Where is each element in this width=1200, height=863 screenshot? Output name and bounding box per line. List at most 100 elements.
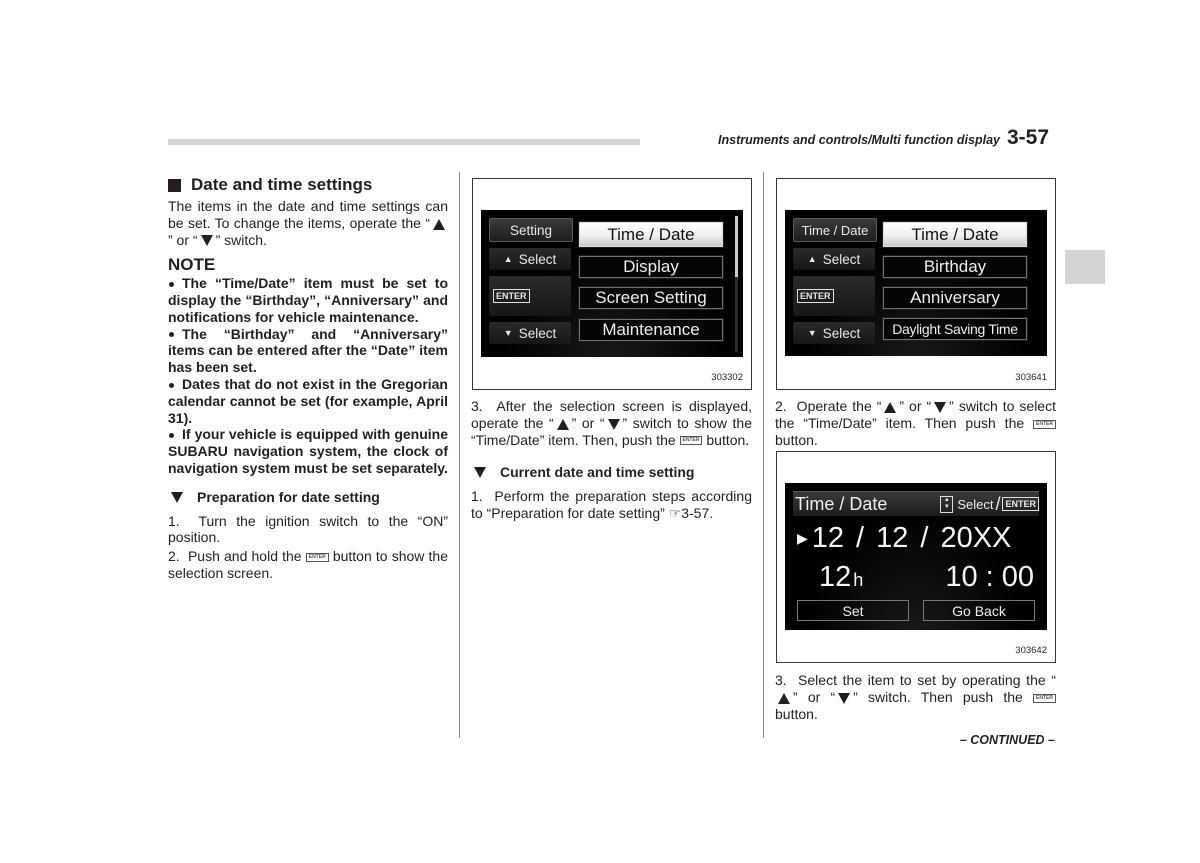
slash: / — [995, 493, 1001, 514]
text: 2. Push and hold the — [168, 548, 306, 565]
text: ” or “ — [793, 688, 836, 705]
date-month[interactable]: 12 — [812, 522, 844, 555]
column-1: Date and time settings The items in the … — [168, 175, 448, 584]
note-text: If your vehicle is equipped with genuine… — [168, 426, 448, 476]
text: The items in the date and time settings … — [168, 198, 448, 231]
down-triangle-icon — [474, 467, 486, 479]
text: ” switch. Then push the — [853, 688, 1034, 705]
display-screen: Time / Date ▲ ▼ Select / ENTER ▶ 12 / 12 … — [785, 483, 1047, 630]
menu-item-maintenance[interactable]: Maintenance — [578, 318, 724, 342]
time-value[interactable]: 10 : 00 — [945, 561, 1034, 594]
down-arrow-icon — [838, 692, 851, 704]
section-heading: Date and time settings — [168, 175, 448, 195]
menu-item-time-date[interactable]: Time / Date — [882, 221, 1028, 248]
menu-item-daylight-saving-time[interactable]: Daylight Saving Time — [882, 317, 1028, 341]
setting-title: Time / Date — [795, 493, 888, 514]
figure-setting-menu: Setting ▲ Select ENTER ▼ Select Time / Dat… — [472, 178, 752, 390]
subheading: Preparation for date setting — [168, 489, 448, 506]
step-1: 1. Perform the preparation steps accordi… — [471, 488, 752, 521]
down-triangle-icon — [171, 491, 183, 503]
bullet-icon — [169, 332, 174, 338]
cursor-arrow-icon: ▶ — [797, 529, 808, 546]
menu-item-time-date[interactable]: Time / Date — [578, 221, 724, 248]
menu-item-screen-setting[interactable]: Screen Setting — [578, 286, 724, 310]
text: button. — [775, 705, 818, 722]
down-arrow-icon — [934, 401, 947, 413]
text: ” switch. — [215, 231, 267, 248]
set-button[interactable]: Set — [797, 600, 909, 621]
text: 3. Select the item to set by operating t… — [775, 672, 1056, 688]
square-bullet-icon — [168, 178, 181, 192]
select-up-button[interactable]: ▲ Select — [793, 248, 875, 270]
date-separator: / — [920, 521, 929, 554]
enter-icon: ENTER — [1002, 497, 1039, 511]
figure-id: 303641 — [1015, 372, 1047, 383]
hour-format[interactable]: 12 — [819, 561, 851, 594]
step-1: 1. Turn the ignition switch to the “ON” … — [168, 512, 448, 546]
label: Select — [822, 251, 861, 267]
enter-icon: ENTER — [797, 289, 834, 303]
note-title: NOTE — [168, 255, 216, 275]
select-up-button[interactable]: ▲ Select — [489, 248, 571, 270]
down-arrow-icon — [607, 418, 620, 430]
note-item: The “Time/Date” item must be set to disp… — [168, 275, 448, 325]
enter-button[interactable]: ENTER — [489, 276, 571, 316]
column-2-text: 3. After the selection screen is display… — [471, 398, 752, 524]
enter-button-icon: ENTER — [679, 436, 703, 446]
scrollbar-thumb[interactable] — [735, 216, 738, 277]
up-arrow-icon — [556, 418, 569, 430]
date-year[interactable]: 20XX — [940, 522, 1011, 555]
heading-text: Date and time settings — [191, 175, 373, 194]
up-arrow-icon — [433, 218, 445, 230]
go-back-button[interactable]: Go Back — [923, 600, 1035, 621]
up-down-switch-icon: ▲ ▼ — [940, 495, 954, 513]
label: Select — [518, 251, 557, 267]
continued-label: – CONTINUED – — [959, 733, 1055, 747]
up-arrow-icon — [884, 401, 897, 413]
label: Select — [518, 325, 557, 341]
note-item: Dates that do not exist in the Gregorian… — [168, 376, 448, 426]
up-triangle-icon: ▲ — [503, 254, 513, 264]
text: button. — [702, 431, 750, 448]
up-triangle-icon: ▲ — [807, 254, 817, 264]
step-3: 3. After the selection screen is display… — [471, 398, 752, 448]
text: ” or “ — [571, 414, 605, 431]
date-separator: / — [856, 521, 865, 554]
bullet-icon — [169, 382, 174, 388]
select-down-button[interactable]: ▼ Select — [489, 322, 571, 344]
enter-button[interactable]: ENTER — [793, 276, 875, 316]
step-2: 2. Push and hold the ENTER button to sho… — [168, 548, 448, 582]
bullet-icon — [169, 433, 174, 439]
text: ” or “ — [168, 231, 198, 248]
enter-button-icon: ENTER — [1033, 693, 1056, 703]
enter-icon: ENTER — [493, 289, 530, 303]
menu-item-display[interactable]: Display — [578, 255, 724, 279]
label: Select — [822, 325, 861, 341]
date-day[interactable]: 12 — [876, 522, 908, 555]
menu-item-birthday[interactable]: Birthday — [882, 255, 1028, 279]
screen-title-setting: Setting — [489, 218, 573, 242]
page-number: 3-57 — [1003, 126, 1054, 150]
hour-format-suffix: h — [853, 570, 864, 590]
up-arrow-icon — [778, 692, 790, 704]
menu-item-anniversary[interactable]: Anniversary — [882, 286, 1028, 310]
enter-button-icon: ENTER — [1033, 419, 1056, 429]
column-3-step-3: 3. Select the item to set by operating t… — [775, 672, 1056, 722]
figure-id: 303642 — [1015, 645, 1047, 656]
menu-scrollbar[interactable] — [735, 216, 738, 352]
note-text: The “Time/Date” item must be set to disp… — [168, 275, 448, 325]
column-divider — [459, 172, 460, 738]
down-triangle-icon: ▼ — [807, 328, 817, 338]
text: 2. Operate the “ — [775, 398, 882, 414]
setting-title-bar: Time / Date ▲ ▼ Select / ENTER — [793, 491, 1039, 516]
bullet-icon — [169, 281, 174, 287]
figure-time-date-menu: Time / Date ▲ Select ENTER ▼ Select Time /… — [776, 178, 1056, 390]
subheading-text: Preparation for date setting — [197, 488, 380, 505]
figure-id: 303302 — [711, 372, 743, 383]
screen-title-time-date: Time / Date — [793, 218, 877, 242]
select-down-button[interactable]: ▼ Select — [793, 322, 875, 344]
note-item: The “Birthday” and “Anniversary” items c… — [168, 326, 448, 376]
subheading-text: Current date and time setting — [500, 464, 695, 481]
text: ” or “ — [899, 398, 932, 414]
column-3-step-2: 2. Operate the “” or “” switch to select… — [775, 398, 1056, 448]
